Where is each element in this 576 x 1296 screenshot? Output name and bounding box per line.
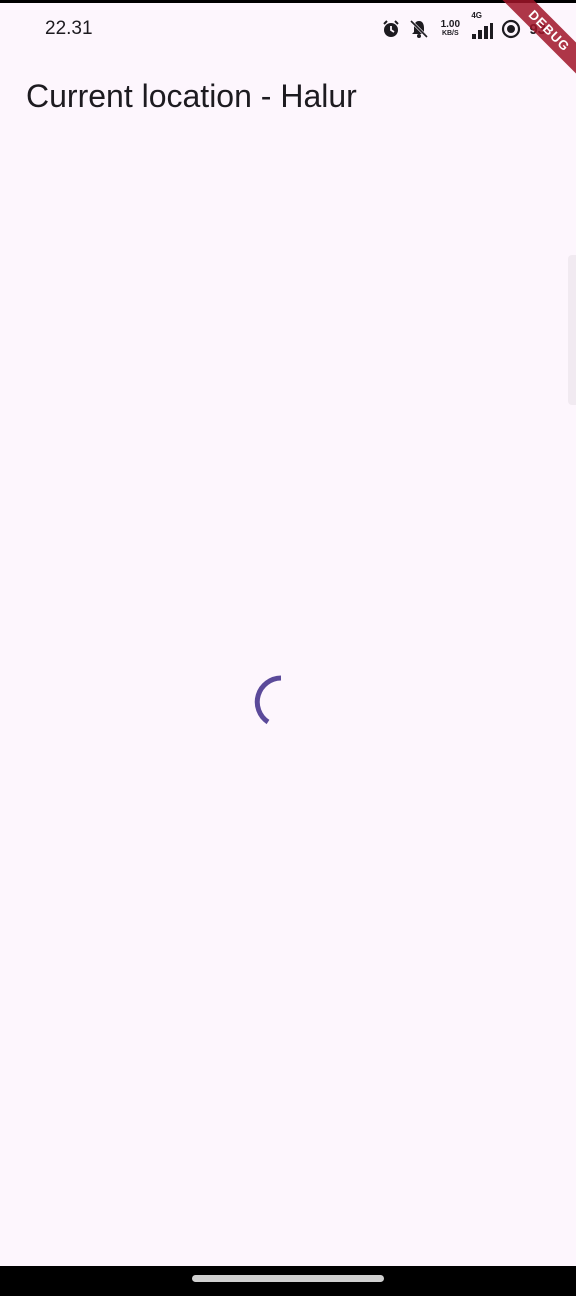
spinner-arc [254,675,282,725]
app-bar: Current location - Halur [0,56,576,140]
edge-handle[interactable] [568,255,576,405]
alarm-icon [381,19,401,39]
battery-percentage: 93 [529,20,546,38]
status-bar: 22.31 1.00 KB/S 4G 93 [0,3,576,53]
signal-icon: 4G [471,11,494,39]
network-speed: 1.00 KB/S [437,20,463,38]
network-speed-unit: KB/S [441,30,459,37]
status-icons: 1.00 KB/S 4G 93 [381,11,546,41]
network-type: 4G [471,11,482,20]
target-icon [501,19,521,39]
page-title: Current location - Halur [26,78,357,114]
mute-icon [409,19,429,39]
status-time: 22.31 [45,18,93,39]
navigation-bar [0,1266,576,1296]
loading-spinner [254,675,282,725]
network-speed-value: 1.00 [440,19,461,30]
home-gesture-handle[interactable] [192,1275,384,1282]
